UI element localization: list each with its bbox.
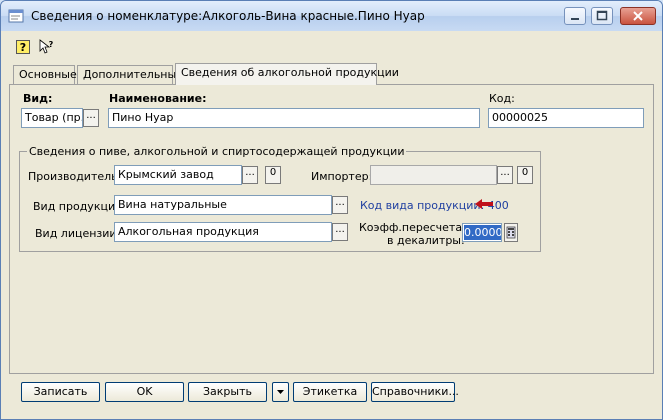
tab-main[interactable]: Основные xyxy=(13,65,77,84)
calculator-icon xyxy=(506,226,516,239)
close-window-button[interactable] xyxy=(620,7,656,25)
license-select-button[interactable]: ... xyxy=(332,223,348,241)
dialog-window: Сведения о номенклатуре:Алкоголь-Вина кр… xyxy=(0,0,663,420)
name-field[interactable]: Пино Нуар xyxy=(108,108,480,128)
license-field[interactable]: Алкогольная продукция xyxy=(114,222,332,242)
minimize-button[interactable] xyxy=(564,7,586,25)
code-field[interactable]: 00000025 xyxy=(488,108,644,128)
help-icon[interactable]: ? xyxy=(15,39,31,55)
name-label: Наименование: xyxy=(109,92,207,105)
calculator-button[interactable] xyxy=(504,223,518,242)
code-label: Код: xyxy=(489,92,515,105)
importer-field[interactable] xyxy=(370,165,497,185)
group-title: Сведения о пиве, алкогольной и спиртосод… xyxy=(27,145,407,158)
label-button[interactable]: Этикетка xyxy=(293,382,367,402)
svg-text:?: ? xyxy=(20,41,26,54)
references-button[interactable]: Справочники... xyxy=(371,382,459,402)
importer-clear-button[interactable]: 0 xyxy=(517,166,533,184)
svg-text:?: ? xyxy=(49,40,54,49)
product-type-select-button[interactable]: ... xyxy=(332,196,348,214)
vid-select-button[interactable]: ... xyxy=(83,109,99,127)
pointer-help-icon[interactable]: ? xyxy=(38,39,54,55)
tab-alcohol-info[interactable]: Сведения об алкогольной продукции xyxy=(175,63,399,85)
toolbar: ? ? xyxy=(1,32,662,62)
coef-value: 0.0000 xyxy=(464,225,501,240)
close-button[interactable]: Закрыть xyxy=(188,382,267,402)
title-bar: Сведения о номенклатуре:Алкоголь-Вина кр… xyxy=(1,1,662,31)
producer-select-button[interactable]: ... xyxy=(242,166,258,184)
coef-label-line1: Коэфф.пересчета xyxy=(359,221,463,234)
producer-label: Производитель: xyxy=(28,170,122,183)
close-dropdown-button[interactable] xyxy=(272,382,289,402)
close-icon xyxy=(633,11,643,21)
window-app-icon xyxy=(8,9,24,23)
ok-button[interactable]: OK xyxy=(105,382,184,402)
window-title: Сведения о номенклатуре:Алкоголь-Вина кр… xyxy=(31,9,425,23)
coef-field[interactable]: 0.0000 xyxy=(462,223,502,242)
maximize-icon xyxy=(596,10,608,21)
maximize-button[interactable] xyxy=(591,7,613,25)
dropdown-arrow-icon xyxy=(277,390,284,394)
importer-select-button[interactable]: ... xyxy=(497,166,513,184)
product-type-label: Вид продукции: xyxy=(33,200,126,213)
producer-field[interactable]: Крымский завод xyxy=(114,165,242,185)
minimize-icon xyxy=(571,18,579,20)
importer-label: Импортер: xyxy=(311,170,373,183)
vid-label: Вид: xyxy=(23,92,53,105)
tab-additional[interactable]: Дополнительные xyxy=(77,65,183,84)
save-button[interactable]: Записать xyxy=(21,382,100,402)
vid-field[interactable]: Товар (пр. xyxy=(21,108,83,128)
producer-clear-button[interactable]: 0 xyxy=(265,166,281,184)
coef-label-line2: в декалитры: xyxy=(387,234,465,247)
license-label: Вид лицензии: xyxy=(35,227,121,240)
product-type-field[interactable]: Вина натуральные xyxy=(114,195,332,215)
red-arrow-icon xyxy=(475,199,493,209)
